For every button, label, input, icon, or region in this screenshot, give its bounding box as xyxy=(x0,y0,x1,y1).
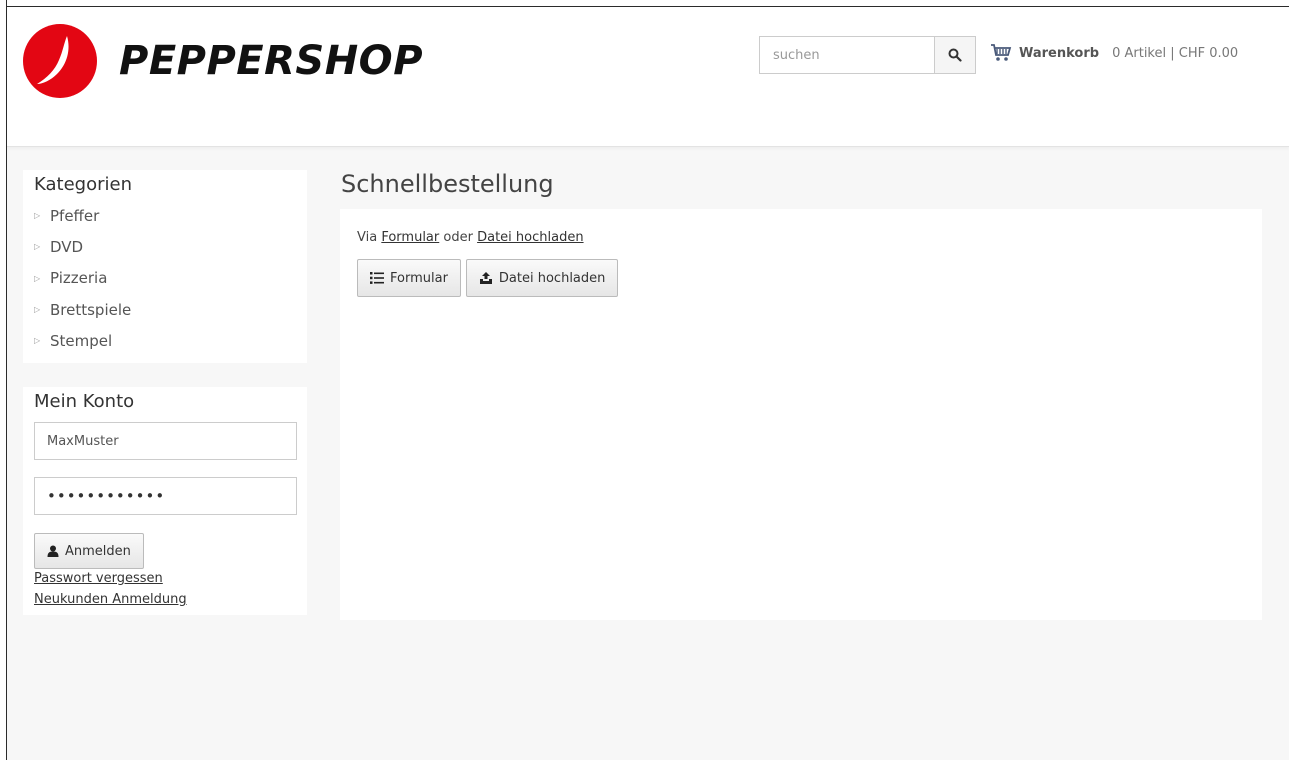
cart-icon xyxy=(991,44,1012,61)
category-label: Pizzeria xyxy=(50,269,108,288)
cart-info: 0 Artikel | CHF 0.00 xyxy=(1112,45,1239,61)
account-title: Mein Konto xyxy=(34,391,135,412)
order-method-text: Via Formular oder Datei hochladen xyxy=(357,230,584,245)
via-middle: oder xyxy=(443,230,473,245)
upload-button-label: Datei hochladen xyxy=(498,270,606,286)
register-link[interactable]: Neukunden Anmeldung xyxy=(34,592,187,607)
user-icon xyxy=(47,545,59,557)
category-list: ▷ Pfeffer ▷ DVD ▷ Pizzeria ▷ Brettspiele ▷ St… xyxy=(34,207,131,364)
search-form xyxy=(759,36,976,74)
username-field[interactable] xyxy=(34,422,297,460)
site-header: PEPPERSHOP Warenkorb 0 Artikel | CHF 0.0… xyxy=(7,7,1289,147)
logo-text: PEPPERSHOP xyxy=(119,38,424,84)
page-title: Schnellbestellung xyxy=(341,170,554,198)
category-item[interactable]: ▷ Stempel xyxy=(34,325,131,356)
via-prefix: Via xyxy=(357,230,378,245)
categories-box: Kategorien ▷ Pfeffer ▷ DVD ▷ Pizzeria ▷ Bret… xyxy=(23,170,307,363)
cart-summary[interactable]: Warenkorb 0 Artikel | CHF 0.00 xyxy=(990,44,1238,62)
login-button[interactable]: Anmelden xyxy=(34,533,144,569)
upload-icon xyxy=(479,272,492,284)
triangle-right-icon: ▷ xyxy=(34,305,41,315)
cart-title[interactable]: Warenkorb xyxy=(1019,46,1099,61)
categories-title: Kategorien xyxy=(34,174,132,195)
triangle-right-icon: ▷ xyxy=(34,273,41,283)
search-input[interactable] xyxy=(759,36,934,74)
main-content: Via Formular oder Datei hochladen Formul… xyxy=(340,209,1262,620)
upload-link[interactable]: Datei hochladen xyxy=(477,230,583,245)
category-item[interactable]: ▷ DVD xyxy=(34,231,131,262)
login-label: Anmelden xyxy=(65,543,131,559)
triangle-right-icon: ▷ xyxy=(34,242,41,252)
order-method-buttons: Formular Datei hochladen xyxy=(357,259,619,297)
account-box: Mein Konto Anmelden Passwort vergessen N… xyxy=(23,387,307,615)
category-label: Pfeffer xyxy=(50,206,100,225)
category-item[interactable]: ▷ Brettspiele xyxy=(34,294,131,325)
category-label: Brettspiele xyxy=(50,300,132,319)
category-item[interactable]: ▷ Pizzeria xyxy=(34,263,131,294)
upload-button[interactable]: Datei hochladen xyxy=(465,259,619,297)
pepper-logo-icon xyxy=(23,24,97,98)
triangle-right-icon: ▷ xyxy=(34,211,41,221)
category-label: DVD xyxy=(50,237,84,256)
form-button-label: Formular xyxy=(390,270,448,286)
triangle-right-icon: ▷ xyxy=(34,336,41,346)
search-button[interactable] xyxy=(934,36,976,74)
category-item[interactable]: ▷ Pfeffer xyxy=(34,200,131,231)
window-frame-left xyxy=(0,0,7,760)
password-field[interactable] xyxy=(34,477,297,515)
form-button[interactable]: Formular xyxy=(357,259,461,297)
category-label: Stempel xyxy=(50,331,113,350)
form-link[interactable]: Formular xyxy=(381,230,439,245)
search-icon xyxy=(948,48,962,62)
list-icon xyxy=(370,272,384,284)
forgot-password-link[interactable]: Passwort vergessen xyxy=(34,571,163,586)
logo[interactable]: PEPPERSHOP xyxy=(23,24,423,98)
window-frame-top xyxy=(7,0,1289,7)
